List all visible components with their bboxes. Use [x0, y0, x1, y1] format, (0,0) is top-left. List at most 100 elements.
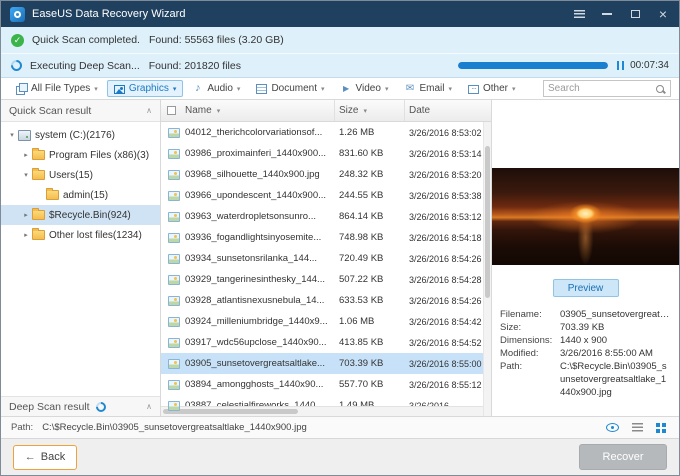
- vertical-scroll-thumb[interactable]: [485, 146, 490, 299]
- file-icon-slot: [166, 191, 185, 201]
- file-row[interactable]: 03968_silhouette_1440x900.jpg248.32 KB3/…: [161, 164, 491, 185]
- tree-expanded-arrow-icon[interactable]: ▾: [21, 171, 31, 179]
- preview-button[interactable]: Preview: [553, 279, 619, 297]
- tree-item[interactable]: admin(15): [1, 185, 160, 205]
- file-size: 244.55 KB: [335, 190, 405, 201]
- filter-all-file-types[interactable]: All File Types ▾: [9, 80, 105, 97]
- search-box[interactable]: [543, 80, 671, 97]
- tree-collapsed-arrow-icon[interactable]: ▸: [21, 231, 31, 239]
- filter-document[interactable]: Document▾: [249, 80, 331, 97]
- file-row[interactable]: 03924_milleniumbridge_1440x9...1.06 MB3/…: [161, 311, 491, 332]
- image-file-icon: [168, 275, 180, 285]
- dropdown-caret-icon[interactable]: ▾: [512, 85, 516, 93]
- file-date: 3/26/2016 8:53:12 AM: [405, 212, 491, 222]
- tree-item[interactable]: ▸$Recycle.Bin(924): [1, 205, 160, 225]
- filter-label: All File Types: [31, 83, 90, 94]
- size-filter-caret-icon[interactable]: ▾: [363, 107, 367, 115]
- tree-collapsed-arrow-icon[interactable]: ▸: [21, 211, 31, 219]
- tree-collapsed-arrow-icon[interactable]: ▸: [21, 151, 31, 159]
- dropdown-caret-icon[interactable]: ▾: [448, 85, 452, 93]
- filter-audio[interactable]: ♪Audio▾: [185, 80, 247, 97]
- tree-item[interactable]: ▸ Other lost files(1234): [1, 225, 160, 245]
- vertical-scrollbar[interactable]: [483, 122, 491, 416]
- collapse-chevron-icon[interactable]: ∧: [146, 402, 152, 411]
- file-row[interactable]: 03917_wdc56upclose_1440x90...413.85 KB3/…: [161, 332, 491, 353]
- file-name: 03936_fogandlightsinyosemite...: [185, 232, 335, 243]
- dropdown-caret-icon[interactable]: ▾: [94, 85, 98, 93]
- tree-item[interactable]: ▸Program Files (x86)(3): [1, 145, 160, 165]
- horizontal-scroll-thumb[interactable]: [163, 409, 298, 414]
- file-icon-slot: [166, 359, 185, 369]
- deep-scan-status-bar: Executing Deep Scan... Found: 201820 fil…: [1, 54, 679, 78]
- folder-icon: [32, 150, 45, 160]
- file-row[interactable]: 03966_upondescent_1440x900...244.55 KB3/…: [161, 185, 491, 206]
- search-input[interactable]: [544, 83, 656, 94]
- file-size: 864.14 KB: [335, 211, 405, 222]
- dropdown-caret-icon[interactable]: ▾: [321, 85, 325, 93]
- folder-tree: ▾system (C:)(2176)▸Program Files (x86)(3…: [1, 122, 160, 396]
- tree-item[interactable]: ▾system (C:)(2176): [1, 125, 160, 145]
- tree-pane-header[interactable]: Quick Scan result ∧: [1, 100, 160, 122]
- select-all-checkbox[interactable]: [167, 106, 176, 115]
- file-row[interactable]: 03963_waterdropletsonsunro...864.14 KB3/…: [161, 206, 491, 227]
- collapse-chevron-icon[interactable]: ∧: [146, 106, 152, 115]
- thumbnail-view-icon[interactable]: [656, 423, 660, 427]
- maximize-icon[interactable]: [628, 7, 642, 21]
- filter-email[interactable]: ✉Email▾: [397, 80, 459, 97]
- app-window: EaseUS Data Recovery Wizard × ✓ Quick Sc…: [0, 0, 680, 476]
- minimize-icon[interactable]: [600, 7, 614, 21]
- filter-graphics[interactable]: Graphics▾: [107, 80, 184, 97]
- dropdown-caret-icon[interactable]: ▾: [385, 85, 389, 93]
- file-row[interactable]: 03929_tangerinesinthesky_144...507.22 KB…: [161, 269, 491, 290]
- menu-icon[interactable]: [572, 7, 586, 21]
- file-name: 03924_milleniumbridge_1440x9...: [185, 316, 335, 327]
- file-row[interactable]: 03905_sunsetovergreatsaltlake...703.39 K…: [161, 353, 491, 374]
- filter-list: All File Types▾Graphics▾♪Audio▾Document▾…: [9, 78, 525, 99]
- column-date-label: Date: [409, 105, 430, 116]
- tree-item-label: Users(15): [49, 170, 93, 181]
- name-filter-caret-icon[interactable]: ▾: [217, 107, 221, 115]
- file-row[interactable]: 03936_fogandlightsinyosemite...748.98 KB…: [161, 227, 491, 248]
- column-header-size[interactable]: Size ▾: [335, 100, 405, 121]
- recover-button[interactable]: Recover: [579, 444, 667, 470]
- horizontal-scrollbar[interactable]: [161, 406, 483, 416]
- close-icon[interactable]: ×: [656, 7, 670, 21]
- tree-expanded-arrow-icon[interactable]: ▾: [7, 131, 17, 139]
- pause-icon[interactable]: [617, 61, 624, 70]
- file-row[interactable]: 03928_atlantisnexusnebula_14...633.53 KB…: [161, 290, 491, 311]
- file-size: 1.06 MB: [335, 316, 405, 327]
- tree-pane-title: Quick Scan result: [9, 105, 91, 117]
- column-header-date[interactable]: Date: [405, 105, 491, 116]
- file-date: 3/26/2016 8:54:26 AM: [405, 296, 491, 306]
- file-name: 03934_sunsetonsrilanka_144...: [185, 253, 335, 264]
- dropdown-caret-icon[interactable]: ▾: [173, 85, 177, 93]
- metadata-value: 03905_sunsetovergreatsaltlake...: [560, 308, 671, 321]
- back-button[interactable]: ← Back: [13, 445, 77, 470]
- file-icon-slot: [166, 170, 185, 180]
- file-size: 720.49 KB: [335, 253, 405, 264]
- all-file-types-icon: [16, 83, 27, 94]
- tree-item-label: Other lost files(1234): [49, 230, 142, 241]
- deep-scan-result-footer[interactable]: Deep Scan result ∧: [1, 396, 160, 416]
- column-header-name[interactable]: Name ▾: [185, 100, 335, 121]
- search-icon[interactable]: [656, 85, 664, 93]
- list-view-icon[interactable]: [632, 423, 643, 432]
- filter-video[interactable]: ▶Video▾: [334, 80, 396, 97]
- file-row[interactable]: 04012_therichcolorvariationsof...1.26 MB…: [161, 122, 491, 143]
- image-file-icon: [168, 317, 180, 327]
- file-row[interactable]: 03894_amongghosts_1440x90...557.70 KB3/2…: [161, 374, 491, 395]
- image-file-icon: [168, 128, 180, 138]
- preview-toggle-eye-icon[interactable]: [606, 423, 619, 432]
- file-name: 03968_silhouette_1440x900.jpg: [185, 169, 335, 180]
- file-name: 03917_wdc56upclose_1440x90...: [185, 337, 335, 348]
- file-icon-slot: [166, 296, 185, 306]
- video-icon: ▶: [341, 83, 352, 94]
- dropdown-caret-icon[interactable]: ▾: [237, 85, 241, 93]
- progress-fill: [458, 62, 608, 69]
- file-row[interactable]: 03934_sunsetonsrilanka_144...720.49 KB3/…: [161, 248, 491, 269]
- tree-item[interactable]: ▾ Users(15): [1, 165, 160, 185]
- filter-other[interactable]: ···Other▾: [461, 80, 523, 97]
- file-row[interactable]: 03986_proximainferi_1440x900...831.60 KB…: [161, 143, 491, 164]
- metadata-value: 3/26/2016 8:55:00 AM: [560, 347, 671, 360]
- file-icon-slot: [166, 233, 185, 243]
